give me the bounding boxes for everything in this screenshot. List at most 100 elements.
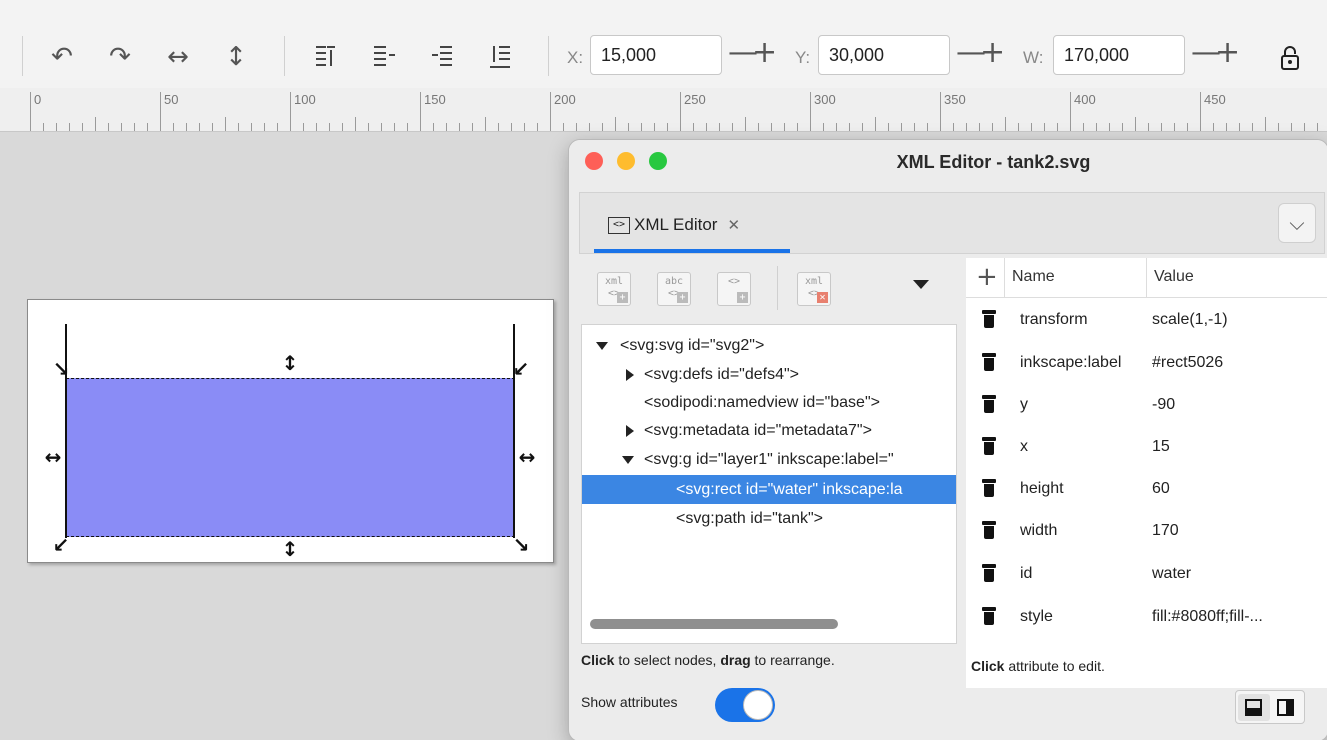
- x-stepper[interactable]: —+: [728, 38, 777, 68]
- delete-attribute-icon[interactable]: [982, 310, 996, 328]
- tab-xml-editor[interactable]: <> XML Editor ✕: [594, 201, 790, 253]
- scale-handle-bottom-left[interactable]: ↙: [50, 534, 72, 556]
- attribute-row[interactable]: style fill:#8080ff;fill-...: [966, 596, 1327, 638]
- collapse-arrow-icon[interactable]: [622, 456, 634, 464]
- attribute-name[interactable]: x: [1020, 438, 1028, 456]
- new-text-node-button[interactable]: abc <> +: [657, 272, 691, 306]
- tree-node-selected[interactable]: <svg:rect id="water" inkscape:la: [582, 475, 956, 504]
- flip-horizontal-icon[interactable]: ↔: [164, 44, 192, 70]
- attribute-name[interactable]: height: [1020, 480, 1064, 498]
- flip-vertical-icon[interactable]: ↕: [222, 44, 250, 70]
- tree-node[interactable]: <sodipodi:namedview id="base">: [582, 388, 956, 417]
- tree-node[interactable]: <svg:metadata id="metadata7">: [582, 416, 956, 445]
- scale-handle-top-left[interactable]: ↘: [50, 358, 72, 380]
- attribute-row[interactable]: y -90: [966, 384, 1327, 426]
- new-element-node-button[interactable]: xml <> +: [597, 272, 631, 306]
- attribute-value[interactable]: water: [1152, 565, 1191, 583]
- y-increment-button[interactable]: +: [980, 38, 1005, 68]
- expand-arrow-icon[interactable]: [626, 369, 634, 381]
- scale-handle-bottom-right[interactable]: ↘: [510, 534, 532, 556]
- column-header-name[interactable]: Name: [1012, 268, 1055, 286]
- w-stepper[interactable]: —+: [1191, 38, 1240, 68]
- ruler-minor-tick: [511, 123, 512, 131]
- ruler-minor-tick: [394, 123, 395, 131]
- attribute-name[interactable]: inkscape:label: [1020, 354, 1121, 372]
- collapse-arrow-icon[interactable]: [596, 342, 608, 350]
- attribute-value[interactable]: fill:#8080ff;fill-...: [1152, 608, 1263, 626]
- tree-horizontal-scrollbar[interactable]: [590, 619, 838, 629]
- x-decrement-button[interactable]: —: [728, 38, 758, 68]
- delete-attribute-icon[interactable]: [982, 437, 996, 455]
- window-titlebar[interactable]: XML Editor - tank2.svg: [569, 140, 1327, 184]
- node-tree[interactable]: <svg:svg id="svg2"> <svg:defs id="defs4"…: [581, 324, 957, 644]
- layout-vertical-button[interactable]: [1238, 694, 1270, 721]
- tree-node[interactable]: <svg:defs id="defs4">: [582, 360, 956, 389]
- scale-handle-bottom[interactable]: ↕: [279, 538, 301, 560]
- delete-attribute-icon[interactable]: [982, 353, 996, 371]
- document-page[interactable]: ↘ ↕ ↙ ↔ ↔ ↙ ↕ ↘: [27, 299, 554, 563]
- x-increment-button[interactable]: +: [752, 38, 777, 68]
- attribute-row[interactable]: inkscape:label #rect5026: [966, 342, 1327, 384]
- attribute-value[interactable]: 170: [1152, 522, 1179, 540]
- node-menu-caret-icon[interactable]: [913, 280, 929, 289]
- ruler-label: 0: [34, 92, 42, 107]
- show-attributes-toggle[interactable]: [715, 688, 775, 722]
- delete-attribute-icon[interactable]: [982, 479, 996, 497]
- lower-icon[interactable]: [432, 44, 454, 68]
- raise-to-top-icon[interactable]: [316, 44, 338, 68]
- tree-node[interactable]: <svg:svg id="svg2">: [582, 331, 956, 360]
- attribute-name[interactable]: style: [1020, 608, 1053, 626]
- x-input[interactable]: [590, 35, 722, 75]
- attribute-row[interactable]: transform scale(1,-1): [966, 299, 1327, 341]
- ruler-minor-tick: [472, 123, 473, 131]
- w-decrement-button[interactable]: —: [1191, 38, 1221, 68]
- undo-icon[interactable]: ↶: [48, 44, 76, 70]
- attribute-row[interactable]: width 170: [966, 510, 1327, 552]
- attribute-name[interactable]: id: [1020, 565, 1032, 583]
- attribute-row[interactable]: height 60: [966, 468, 1327, 510]
- attribute-name[interactable]: width: [1020, 522, 1057, 540]
- y-decrement-button[interactable]: —: [956, 38, 986, 68]
- attribute-value[interactable]: 15: [1152, 438, 1170, 456]
- tab-close-icon[interactable]: ✕: [727, 216, 740, 234]
- attribute-row[interactable]: x 15: [966, 426, 1327, 468]
- y-input[interactable]: [818, 35, 950, 75]
- attribute-value[interactable]: #rect5026: [1152, 354, 1223, 372]
- attribute-name[interactable]: y: [1020, 396, 1028, 414]
- layout-horizontal-button[interactable]: [1270, 694, 1302, 721]
- column-header-value[interactable]: Value: [1154, 268, 1194, 286]
- attribute-row[interactable]: id water: [966, 553, 1327, 595]
- horizontal-ruler[interactable]: 0 50 100 150 200 250 300 350 400 450: [0, 88, 1327, 132]
- delete-attribute-icon[interactable]: [982, 395, 996, 413]
- delete-attribute-icon[interactable]: [982, 521, 996, 539]
- ruler-major-tick: [1070, 92, 1071, 131]
- lock-icon[interactable]: [1279, 44, 1301, 72]
- attribute-value[interactable]: -90: [1152, 396, 1175, 414]
- duplicate-node-button[interactable]: <> +: [717, 272, 751, 306]
- delete-attribute-icon[interactable]: [982, 607, 996, 625]
- scale-handle-right[interactable]: ↔: [516, 446, 538, 468]
- ruler-minor-tick: [485, 117, 486, 131]
- scale-handle-top[interactable]: ↕: [279, 352, 301, 374]
- tab-menu-button[interactable]: ⌵: [1278, 203, 1316, 243]
- add-attribute-icon[interactable]: +: [976, 264, 998, 290]
- w-increment-button[interactable]: +: [1215, 38, 1240, 68]
- scale-handle-top-right[interactable]: ↙: [510, 358, 532, 380]
- tree-node[interactable]: <svg:path id="tank">: [582, 504, 956, 533]
- attribute-value[interactable]: 60: [1152, 480, 1170, 498]
- y-stepper[interactable]: —+: [956, 38, 1005, 68]
- lower-to-bottom-icon[interactable]: [490, 44, 512, 68]
- scale-handle-left[interactable]: ↔: [42, 446, 64, 468]
- width-input[interactable]: [1053, 35, 1185, 75]
- ruler-minor-tick: [927, 123, 928, 131]
- delete-node-button[interactable]: xml <> ✕: [797, 272, 831, 306]
- ruler-minor-tick: [979, 123, 980, 131]
- tree-node[interactable]: <svg:g id="layer1" inkscape:label=": [582, 445, 956, 474]
- attribute-value[interactable]: scale(1,-1): [1152, 311, 1228, 329]
- redo-icon[interactable]: ↷: [106, 44, 134, 70]
- delete-attribute-icon[interactable]: [982, 564, 996, 582]
- water-rect[interactable]: [66, 378, 515, 537]
- raise-icon[interactable]: [374, 44, 396, 68]
- expand-arrow-icon[interactable]: [626, 425, 634, 437]
- attribute-name[interactable]: transform: [1020, 311, 1088, 329]
